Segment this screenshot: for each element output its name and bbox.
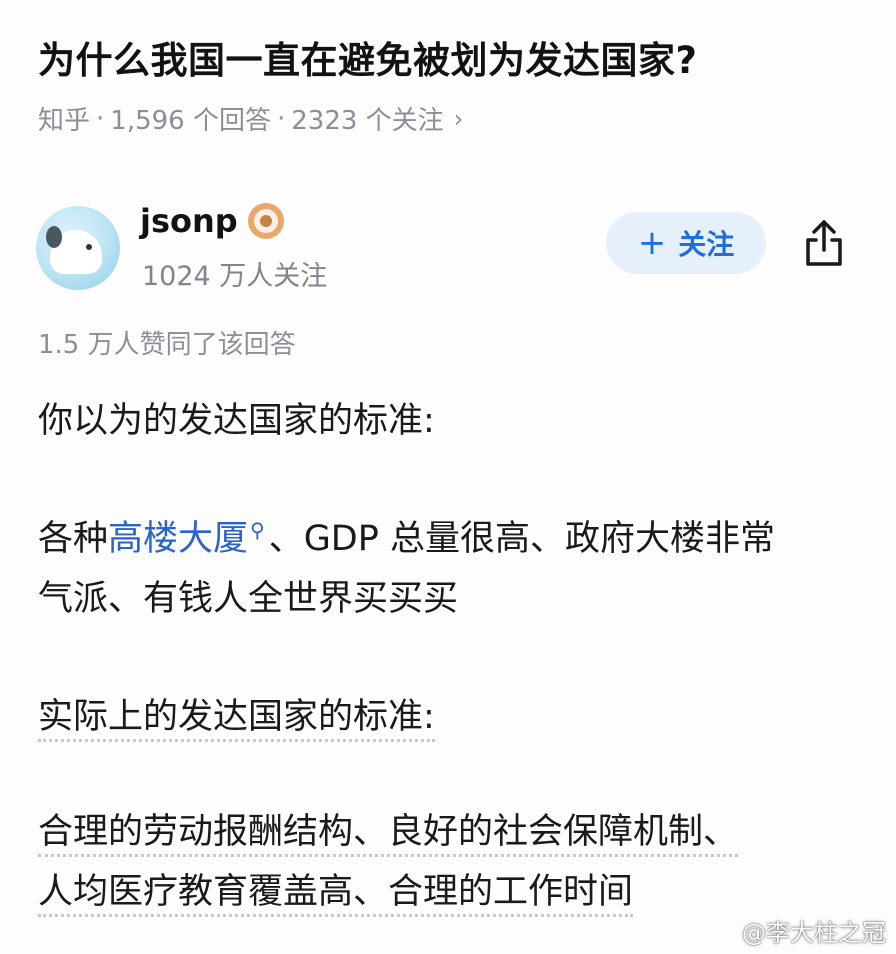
author-row: jsonp 1024 万人关注 + 关注 bbox=[36, 202, 860, 292]
chevron-right-icon: › bbox=[453, 104, 464, 133]
weibo-icon bbox=[709, 921, 736, 942]
dog-avatar-icon[interactable] bbox=[36, 206, 120, 290]
search-icon[interactable]: ⚲ bbox=[250, 518, 265, 542]
share-icon[interactable] bbox=[800, 218, 848, 270]
meta-separator: · bbox=[96, 103, 105, 134]
source-label: 知乎 bbox=[38, 106, 91, 136]
answer-paragraph-1: 你以为的发达国家的标准: bbox=[38, 401, 435, 441]
watermark-text: @李大柱之冠 bbox=[742, 919, 886, 947]
author-name[interactable]: jsonp bbox=[140, 202, 284, 240]
answer-page: 为什么我国一直在避免被划为发达国家? 知乎 · 1,596 个回答 · 2323… bbox=[0, 0, 896, 954]
author-followers: 1024 万人关注 bbox=[142, 261, 328, 292]
answer-paragraph-2-line-1: 各种高楼大厦 ⚲ 、GDP 总量很高、政府大楼非常 bbox=[38, 510, 775, 561]
p4-line2-text: 人均医疗教育覆盖高、合理的工作时间 bbox=[38, 872, 634, 917]
follow-label: 关注 bbox=[678, 228, 735, 261]
follow-button[interactable]: + 关注 bbox=[606, 212, 766, 274]
answer-count: 1,596 个回答 bbox=[110, 106, 271, 136]
p3-text: 实际上的发达国家的标准: bbox=[38, 697, 435, 742]
question-title[interactable]: 为什么我国一直在避免被划为发达国家? bbox=[38, 30, 697, 84]
p2-suffix: 、GDP 总量很高、政府大楼非常 bbox=[268, 519, 775, 559]
p4-line1-text: 合理的劳动报酬结构、良好的社会保障机制、 bbox=[38, 812, 739, 857]
p2-prefix: 各种 bbox=[38, 519, 109, 559]
follow-count: 2323 个关注 bbox=[291, 106, 444, 136]
search-link-term[interactable]: 高楼大厦 bbox=[108, 519, 248, 559]
answer-paragraph-4-line-2: 人均医疗教育覆盖高、合理的工作时间 bbox=[38, 863, 634, 917]
author-name-text: jsonp bbox=[140, 202, 238, 240]
question-meta[interactable]: 知乎 · 1,596 个回答 · 2323 个关注 › bbox=[38, 100, 463, 137]
answer-paragraph-3: 实际上的发达国家的标准: bbox=[38, 688, 435, 742]
watermark: @李大柱之冠 bbox=[708, 913, 886, 948]
plus-icon: + bbox=[637, 223, 667, 263]
meta-separator: · bbox=[276, 103, 286, 134]
answer-paragraph-2-line-2: 气派、有钱人全世界买买买 bbox=[38, 579, 459, 619]
answer-paragraph-4-line-1: 合理的劳动报酬结构、良好的社会保障机制、 bbox=[38, 803, 739, 857]
likes-count: 1.5 万人赞同了该回答 bbox=[38, 330, 296, 360]
certified-badge-icon bbox=[247, 203, 284, 239]
